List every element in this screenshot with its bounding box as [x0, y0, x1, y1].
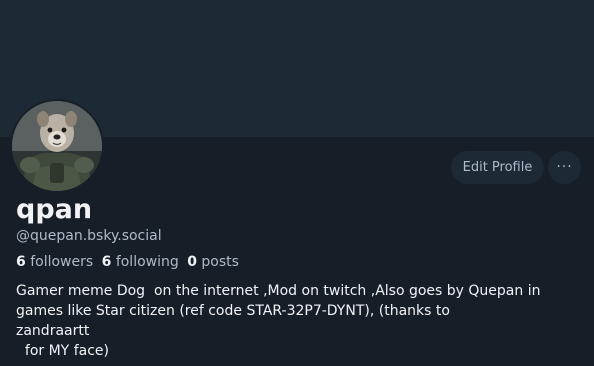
- posts-count: 0: [187, 254, 197, 270]
- profile-bio: Gamer meme Dog on the internet ,Mod on t…: [16, 283, 541, 359]
- profile-stats: 6 followers 6 following 0 posts: [16, 253, 243, 271]
- followers-link[interactable]: 6 followers: [16, 254, 93, 270]
- display-name: qpan: [16, 194, 93, 225]
- following-count: 6: [101, 254, 112, 270]
- followers-label: followers: [30, 254, 94, 270]
- edit-profile-button[interactable]: Edit Profile: [451, 151, 544, 184]
- more-options-button[interactable]: ···: [548, 151, 581, 184]
- following-link[interactable]: 6 following: [102, 254, 179, 270]
- ellipsis-icon: ···: [556, 159, 573, 175]
- posts-stat: 0 posts: [187, 254, 239, 270]
- posts-label: posts: [201, 254, 239, 270]
- profile-handle: @quepan.bsky.social: [16, 228, 162, 244]
- dog-avatar-image: [12, 101, 102, 191]
- avatar[interactable]: [10, 99, 104, 193]
- following-label: following: [115, 254, 179, 270]
- followers-count: 6: [16, 254, 26, 270]
